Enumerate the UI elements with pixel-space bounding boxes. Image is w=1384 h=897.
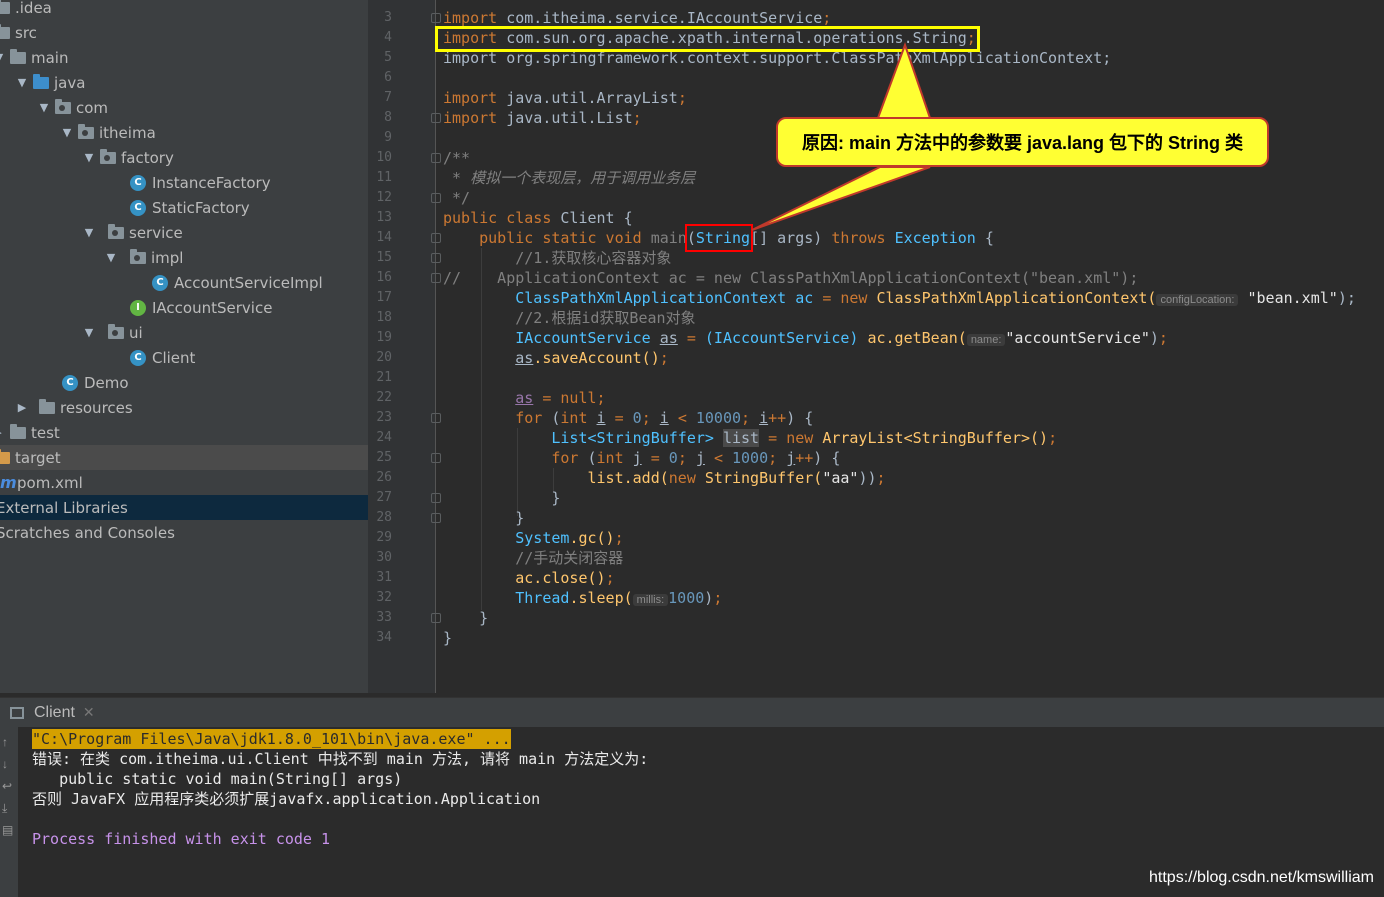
up-arrow-icon[interactable]: ↑ bbox=[2, 735, 16, 749]
console-line: public static void main(String[] args) bbox=[32, 770, 403, 788]
fold-marker-icon[interactable] bbox=[431, 273, 441, 283]
fold-marker-icon[interactable] bbox=[431, 413, 441, 423]
fold-marker-icon[interactable] bbox=[431, 153, 441, 163]
run-toolbar: ↑ ↓ ↩ ⤓ ▤ bbox=[0, 727, 18, 897]
wrap-icon[interactable]: ↩ bbox=[2, 779, 16, 793]
fold-marker-icon[interactable] bbox=[431, 253, 441, 263]
console-line: 否则 JavaFX 应用程序类必须扩展javafx.application.Ap… bbox=[32, 790, 541, 808]
callout-text: 原因: main 方法中的参数要 java.lang 包下的 String 类 bbox=[801, 133, 1244, 153]
console-icon bbox=[10, 706, 24, 719]
print-icon[interactable]: ▤ bbox=[2, 823, 16, 837]
close-icon[interactable]: ✕ bbox=[83, 704, 95, 721]
fold-marker-icon[interactable] bbox=[431, 113, 441, 123]
fold-marker-icon[interactable] bbox=[431, 493, 441, 503]
fold-marker-icon[interactable] bbox=[431, 233, 441, 243]
console-line: 错误: 在类 com.itheima.ui.Client 中找不到 main 方… bbox=[32, 750, 649, 768]
run-tab-client[interactable]: Client ✕ bbox=[0, 704, 95, 722]
fold-marker-icon[interactable] bbox=[431, 193, 441, 203]
console-line: "C:\Program Files\Java\jdk1.8.0_101\bin\… bbox=[32, 729, 511, 749]
fold-marker-icon[interactable] bbox=[431, 453, 441, 463]
scroll-end-icon[interactable]: ⤓ bbox=[2, 801, 16, 815]
console-line: Process finished with exit code 1 bbox=[32, 830, 331, 848]
down-arrow-icon[interactable]: ↓ bbox=[2, 757, 16, 771]
fold-marker-icon[interactable] bbox=[431, 513, 441, 523]
run-panel-header: Client ✕ bbox=[0, 697, 1384, 727]
annotation-callout: 原因: main 方法中的参数要 java.lang 包下的 String 类 bbox=[776, 117, 1269, 167]
watermark: https://blog.csdn.net/kmswilliam bbox=[1149, 869, 1374, 886]
fold-marker-icon[interactable] bbox=[431, 613, 441, 623]
fold-marker-icon[interactable] bbox=[431, 13, 441, 23]
